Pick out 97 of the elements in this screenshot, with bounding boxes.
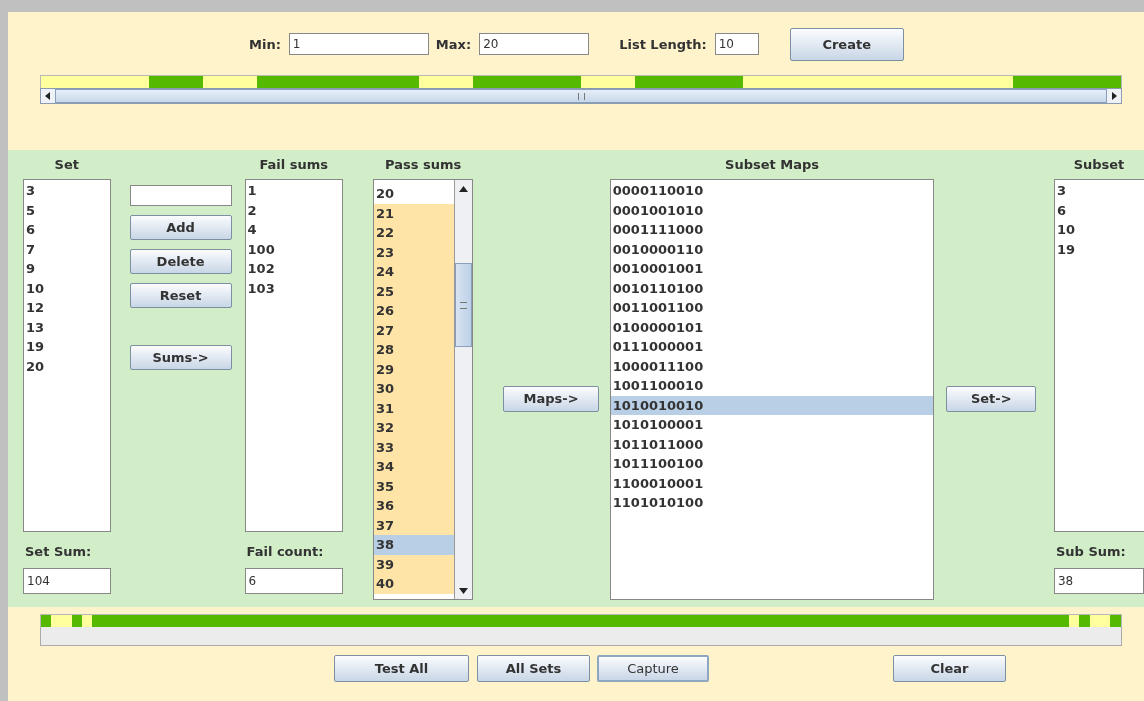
column-heading: Subset [1072,156,1126,174]
list-item[interactable]: 20 [24,356,110,376]
input-field[interactable]: 10 [714,33,759,55]
list-item[interactable]: 1010100001 [610,415,934,435]
up-arrow-icon[interactable] [459,185,469,192]
list-item[interactable]: 103 [245,278,342,298]
list-item[interactable]: 21 [373,203,455,223]
list-item[interactable]: 25 [373,281,455,301]
list-item[interactable]: 0010001001 [610,259,934,279]
list-item[interactable]: 2 [245,200,342,220]
list-item[interactable]: 39 [373,554,455,574]
list-item[interactable]: 32 [373,418,455,438]
left-arrow-icon[interactable] [44,92,52,100]
column-heading: Set [53,156,80,174]
subset-list[interactable]: 3 6 10 19 [1054,179,1144,532]
list-item[interactable]: 3 [1055,181,1144,201]
list-item[interactable]: 38 [373,535,455,555]
field-label: Set Sum: [24,543,93,561]
list-item[interactable]: 100 [245,239,342,259]
list-button[interactable]: Reset [129,283,232,308]
set-list[interactable]: 3 5 6 7 9 10 12 13 19 20 [23,179,111,532]
list-item[interactable]: 102 [245,259,342,279]
list-item[interactable]: 0011001100 [610,298,934,318]
list-item[interactable]: 27 [373,320,455,340]
column-heading: Fail sums [258,156,330,174]
list-item[interactable]: 0010000110 [610,239,934,259]
list-item[interactable]: 20 [373,184,455,204]
list-item[interactable]: 19 [1055,239,1144,259]
maps-button[interactable]: Maps-> [503,385,599,412]
list-item[interactable]: 1 [245,181,342,201]
action-button[interactable]: All Sets [477,655,590,682]
list-item[interactable]: 1001100010 [610,376,934,396]
list-button[interactable]: Add [129,215,232,240]
list-item[interactable]: 19 [24,337,110,357]
list-item[interactable]: 31 [373,398,455,418]
list-item[interactable]: 0100000101 [610,317,934,337]
list-item[interactable]: 10 [24,278,110,298]
list-item[interactable]: 0111000001 [610,337,934,357]
list-item[interactable]: 30 [373,379,455,399]
list-item[interactable]: 6 [24,220,110,240]
fail-sums-list[interactable]: 1 2 4 100 102 103 [244,179,343,532]
list-item[interactable]: 35 [373,476,455,496]
list-item[interactable]: 9 [24,259,110,279]
list-item[interactable]: 29 [373,359,455,379]
list-item[interactable]: 40 [373,574,455,594]
list-item[interactable]: 36 [373,496,455,516]
list-item[interactable]: 10 [1055,220,1144,240]
field-label: Fail count: [245,543,325,561]
field-label: Max: [435,36,472,52]
subset-maps-list[interactable]: 0000110010 0001001010 0001111000 0010000110 0010001001 0010110100 0011001100 0100000101 0111000001 1000011100 1001100010 1010010010 1010100001 1011011000 1011100100 1100010001 1101010100 [609,179,935,600]
input-field[interactable]: 6 [244,568,343,594]
list-item[interactable]: 1100010001 [610,473,934,493]
list-item[interactable]: 3 [24,181,110,201]
list-item[interactable]: 37 [373,515,455,535]
action-button[interactable]: Test All [334,655,469,682]
list-item[interactable]: 1010010010 [610,395,934,415]
action-button[interactable]: Capture [597,655,709,682]
list-item[interactable]: 24 [373,262,455,282]
list-item[interactable]: 1011100100 [610,454,934,474]
input-field[interactable] [129,185,232,206]
list-item[interactable]: 34 [373,457,455,477]
input-field[interactable]: 20 [479,33,590,55]
down-arrow-icon[interactable] [459,587,469,594]
column-heading: Subset Maps [724,156,821,174]
list-item[interactable]: 1011011000 [610,434,934,454]
list-item[interactable]: 0010110100 [610,278,934,298]
list-item[interactable]: 1101010100 [610,493,934,513]
sums-button[interactable]: Sums-> [129,345,232,370]
list-item[interactable]: 12 [24,298,110,318]
list-item[interactable]: 5 [24,200,110,220]
list-button[interactable]: Delete [129,249,232,274]
column-heading: Pass sums [384,156,463,174]
right-arrow-icon[interactable] [1110,92,1118,100]
list-item[interactable]: 0001111000 [610,220,934,240]
input-field[interactable]: 1 [288,33,429,55]
field-label: List Length: [619,36,707,52]
input-field[interactable]: 104 [23,568,111,594]
list-item[interactable]: 7 [24,239,110,259]
list-item[interactable]: 1000011100 [610,356,934,376]
set-button[interactable]: Set-> [946,385,1036,412]
horizontal-scrollbar[interactable] [40,88,1122,104]
field-label: Min: [249,36,281,52]
list-item[interactable]: 26 [373,301,455,321]
input-field[interactable]: 38 [1054,568,1144,594]
create-button[interactable]: Create [789,27,904,61]
list-item[interactable]: 33 [373,437,455,457]
action-button[interactable]: Clear [893,655,1006,682]
vertical-scrollbar[interactable] [454,180,473,599]
list-item[interactable]: 4 [245,220,342,240]
list-item[interactable]: 28 [373,340,455,360]
field-label: Sub Sum: [1055,543,1127,561]
list-item[interactable]: 23 [373,242,455,262]
list-item[interactable]: 0000110010 [610,181,934,201]
list-item[interactable]: 22 [373,223,455,243]
list-item[interactable]: 0001001010 [610,200,934,220]
list-item[interactable]: 13 [24,317,110,337]
list-item[interactable]: 6 [1055,200,1144,220]
